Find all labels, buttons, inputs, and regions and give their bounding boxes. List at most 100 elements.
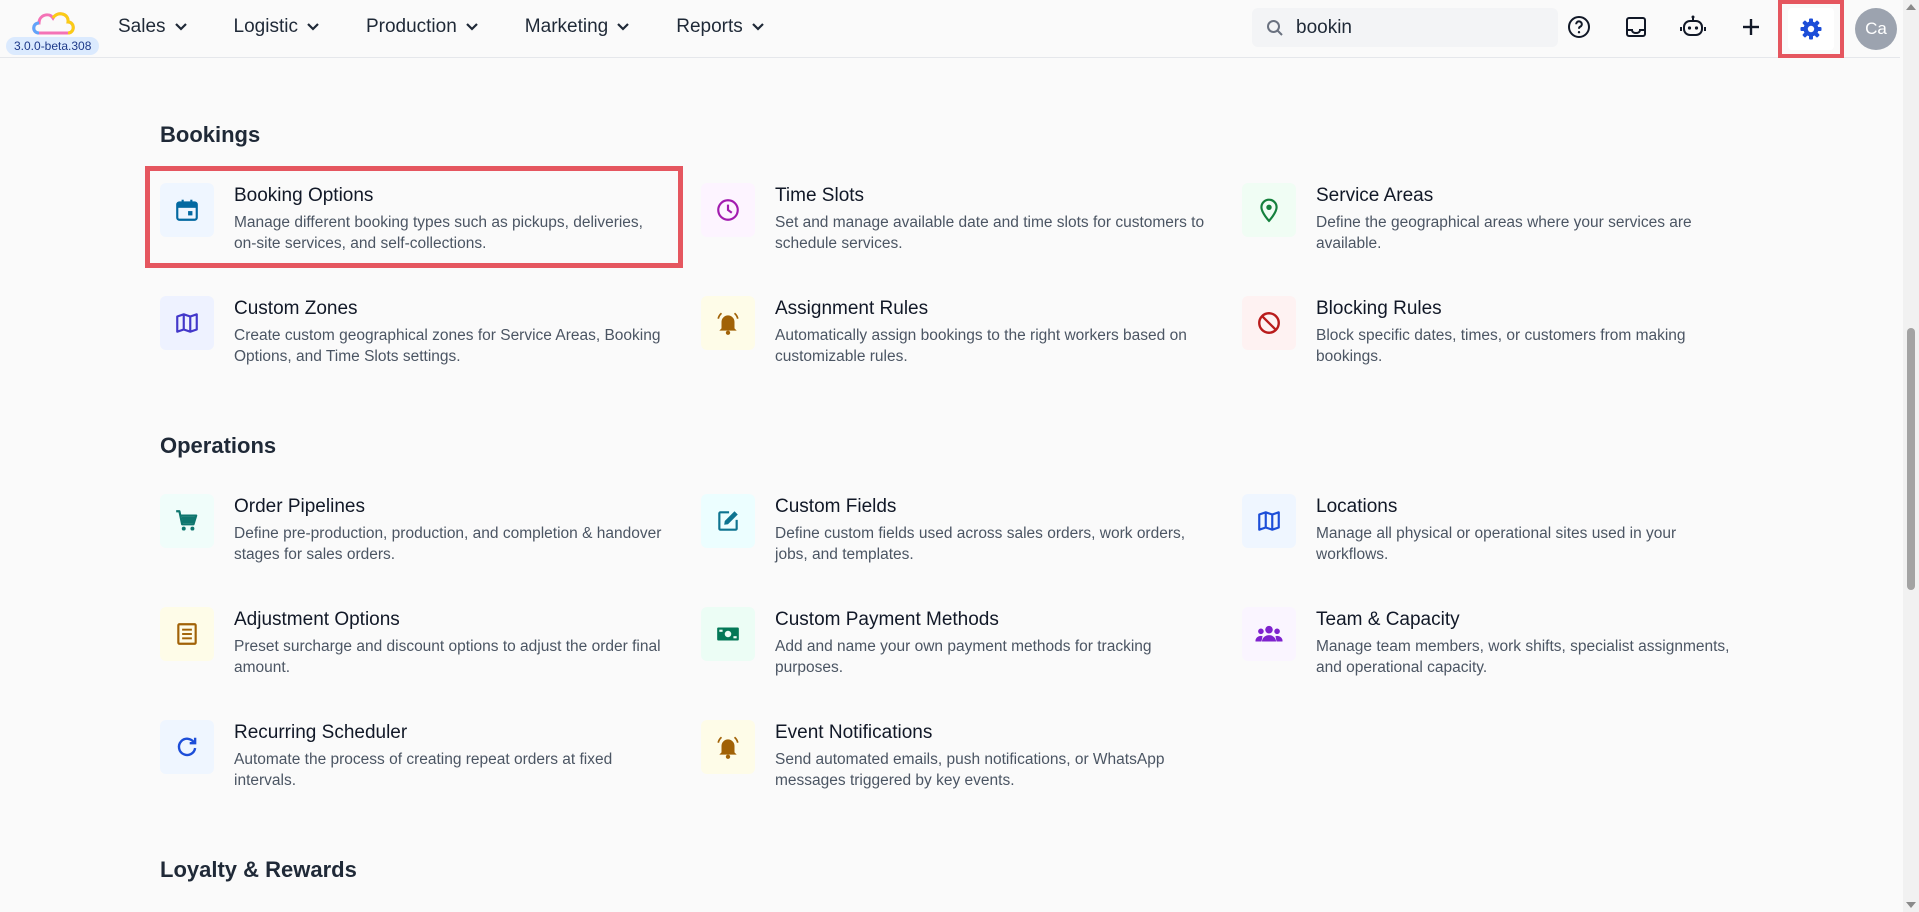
card-custom-fields[interactable]: Custom Fields Define custom fields used … [701,494,1221,584]
card-adjustment-options[interactable]: Adjustment Options Preset surcharge and … [160,607,680,697]
user-avatar[interactable]: Ca [1855,8,1897,50]
refresh-icon [177,737,197,757]
card-recurring-scheduler[interactable]: Recurring Scheduler Automate the process… [160,720,680,810]
card-team-capacity[interactable]: Team & Capacity Manage team members, wor… [1242,607,1762,697]
card-locations[interactable]: Locations Manage all physical or operati… [1242,494,1762,584]
inbox-icon [1626,17,1646,37]
gear-icon [1800,18,1822,40]
card-service-areas[interactable]: Service Areas Define the geographical ar… [1242,183,1762,273]
nav-production[interactable]: Production [366,16,479,38]
section-title-loyalty: Loyalty & Rewards [160,857,357,882]
card-description: Define the geographical areas where your… [1316,214,1692,252]
nav-reports[interactable]: Reports [676,16,765,38]
top-bar: 3.0.0-beta.308 Sales Logistic Production… [0,0,1900,58]
chevron-down-icon [174,23,187,31]
card-icon-box [1242,183,1296,237]
scroll-down-arrow-icon[interactable] [1905,900,1917,910]
chevron-down-icon [751,23,764,31]
help-circle-icon [1568,16,1590,38]
nav-sales[interactable]: Sales [118,16,188,38]
card-description: Define custom fields used across sales o… [775,525,1186,563]
assistant-button[interactable] [1677,11,1709,43]
nav-label: Reports [676,16,743,37]
search-box[interactable] [1252,8,1558,47]
section-title-bookings: Bookings [160,122,261,147]
clock-icon [717,199,739,221]
card-icon-box [701,494,755,548]
card-icon-box [701,296,755,350]
card-title: Custom Zones [234,298,358,319]
card-assignment-rules[interactable]: Assignment Rules Automatically assign bo… [701,296,1221,386]
card-description: Manage all physical or operational sites… [1316,525,1677,563]
scroll-up-arrow-icon[interactable] [1905,2,1917,12]
settings-button[interactable] [1778,0,1844,58]
highlight-box [145,166,683,268]
card-title: Service Areas [1316,185,1434,206]
chevron-down-icon [307,23,319,31]
search-input[interactable] [1296,16,1536,39]
edit-icon [718,511,738,531]
card-icon-box [160,494,214,548]
card-event-notifications[interactable]: Event Notifications Send automated email… [701,720,1221,810]
nav-label: Logistic [233,16,298,37]
receipt-icon [177,623,197,645]
nav-label: Marketing [524,16,609,37]
card-icon-box [1242,607,1296,661]
card-description: Send automated emails, push notification… [775,751,1165,789]
card-icon-box [1242,494,1296,548]
scrollbar-thumb[interactable] [1907,328,1915,590]
cash-icon [717,627,739,641]
card-icon-box [1242,296,1296,350]
card-description: Block specific dates, times, or customer… [1316,327,1686,365]
main-nav: Sales Logistic Production Marketing Repo… [118,0,811,54]
add-button[interactable] [1735,11,1767,43]
card-icon-box [160,296,214,350]
card-title: Locations [1316,496,1398,517]
plus-icon [1743,19,1759,35]
card-description: Manage team members, work shifts, specia… [1316,638,1730,676]
nav-label: Production [365,16,457,37]
card-title: Order Pipelines [234,496,365,517]
help-button[interactable] [1563,11,1595,43]
card-icon-box [701,607,755,661]
chevron-down-icon [617,23,629,31]
bell-icon [717,312,739,335]
card-icon-box [160,720,214,774]
card-description: Create custom geographical zones for Ser… [234,327,661,365]
nav-label: Sales [118,16,166,37]
map-icon [176,313,198,333]
inbox-button[interactable] [1620,11,1652,43]
card-icon-box [701,183,755,237]
block-icon [1258,312,1280,334]
card-custom-payment-methods[interactable]: Custom Payment Methods Add and name your… [701,607,1221,697]
card-description: Preset surcharge and discount options to… [234,638,661,676]
card-description: Automate the process of creating repeat … [234,751,613,789]
card-description: Define pre-production, production, and c… [234,525,662,563]
team-icon [1255,625,1283,642]
cloud-logo-icon [32,12,75,35]
card-icon-box [701,720,755,774]
card-blocking-rules[interactable]: Blocking Rules Block specific dates, tim… [1242,296,1762,386]
card-title: Custom Payment Methods [775,609,999,630]
settings-button-inner [1788,8,1834,50]
card-time-slots[interactable]: Time Slots Set and manage available date… [701,183,1221,273]
card-title: Custom Fields [775,496,897,517]
card-title: Assignment Rules [775,298,929,319]
card-description: Set and manage available date and time s… [775,214,1205,252]
robot-icon [1680,15,1706,36]
section-title-operations: Operations [160,433,277,458]
version-badge: 3.0.0-beta.308 [6,37,100,55]
chevron-down-icon [466,23,478,31]
nav-marketing[interactable]: Marketing [525,16,630,38]
card-title: Blocking Rules [1316,298,1442,319]
map-icon [1258,511,1280,531]
card-title: Time Slots [775,185,865,206]
cart-icon [176,510,198,531]
nav-logistic[interactable]: Logistic [234,16,320,38]
card-order-pipelines[interactable]: Order Pipelines Define pre-production, p… [160,494,680,584]
app-logo[interactable] [30,8,80,40]
bell-icon [717,736,739,759]
card-title: Recurring Scheduler [234,722,408,743]
card-icon-box [160,607,214,661]
card-custom-zones[interactable]: Custom Zones Create custom geographical … [160,296,680,386]
